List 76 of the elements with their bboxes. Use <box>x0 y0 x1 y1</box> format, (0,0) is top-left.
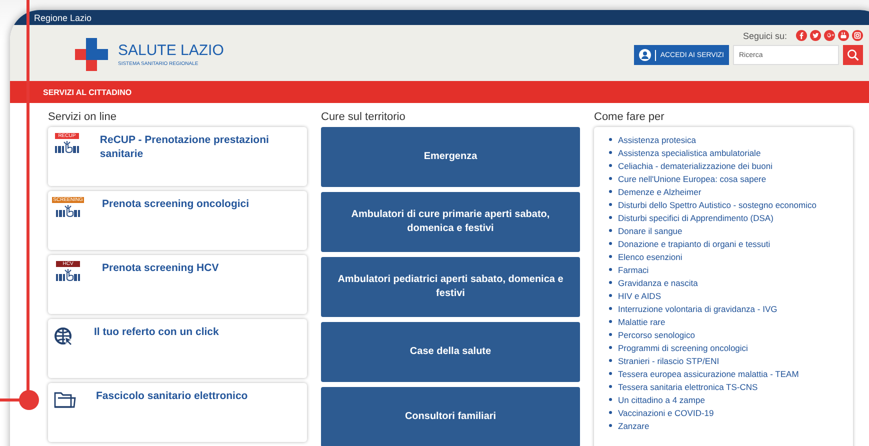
section-heading: Come fare per <box>594 111 666 123</box>
globe-cursor-icon <box>54 327 74 347</box>
bullet-icon <box>609 411 612 414</box>
bullet-icon <box>609 164 612 167</box>
guide-link[interactable]: Interruzione volontaria di gravidanza - IVG <box>618 304 778 314</box>
social-icon[interactable] <box>796 30 807 41</box>
guide-link[interactable]: Farmaci <box>618 264 649 274</box>
bullet-icon <box>609 320 612 323</box>
guide-link[interactable]: Cure nell'Unione Europea: cosa sapere <box>618 174 766 184</box>
folder-icon <box>54 391 76 409</box>
guide-link[interactable]: Disturbi dello Spettro Autistico - sostegno economico <box>618 200 816 210</box>
guide-link[interactable]: Vaccinazioni e COVID-19 <box>618 408 714 418</box>
service-link[interactable]: Fascicolo sanitario elettronico <box>96 389 248 403</box>
nav-link[interactable]: SERVIZI AL CITTADINO <box>43 88 132 96</box>
logo-title: SALUTE LAZIO <box>118 42 224 58</box>
bullet-icon <box>609 255 612 258</box>
care-button[interactable]: Ambulatori di cure primarie aperti sabato, domenica e festivi <box>321 192 580 252</box>
region-title: Regione Lazio <box>34 12 92 22</box>
bullet-icon <box>609 151 612 154</box>
guide-link[interactable]: Donare il sangue <box>618 226 682 236</box>
social-icon[interactable] <box>810 30 821 41</box>
section-heading: Cure sul territorio <box>321 111 406 123</box>
guide-link[interactable]: Assistenza protesica <box>618 134 696 144</box>
bullet-icon <box>609 372 612 375</box>
bullet-icon <box>609 359 612 362</box>
care-button[interactable]: Ambulatori pediatrici aperti sabato, domenica e festivi <box>321 257 580 317</box>
guide-link[interactable]: Celiachia - dematerializzazione dei buoni <box>618 160 773 170</box>
care-button[interactable]: Consultori familiari <box>321 387 580 446</box>
guide-link[interactable]: Un cittadino a 4 zampe <box>618 394 705 404</box>
care-button[interactable]: Emergenza <box>321 127 580 187</box>
guide-link[interactable]: Percorso senologico <box>618 330 696 340</box>
guide-link[interactable]: Gravidanza e nascita <box>618 278 698 288</box>
bullet-icon <box>609 229 612 232</box>
service-link[interactable]: Prenota screening HCV <box>102 261 219 275</box>
service-link[interactable]: Prenota screening oncologici <box>102 197 250 211</box>
bullet-icon <box>609 346 612 349</box>
service-card[interactable]: Il tuo referto con un click <box>48 319 307 378</box>
bullet-icon <box>609 333 612 336</box>
guide-link[interactable]: Programmi di screening oncologici <box>618 342 748 352</box>
guide-link[interactable]: Demenze e Alzheimer <box>618 186 702 196</box>
service-card[interactable]: Fascicolo sanitario elettronico <box>48 383 307 442</box>
search-icon <box>847 49 859 61</box>
bullet-icon <box>609 138 612 141</box>
service-link[interactable]: Il tuo referto con un click <box>94 325 219 339</box>
guide-link[interactable]: Disturbi specifici di Apprendimento (DSA) <box>618 212 774 222</box>
guide-link[interactable]: Malattie rare <box>618 316 666 326</box>
guide-link[interactable]: Assistenza specialistica ambulatoriale <box>618 148 761 158</box>
guide-link[interactable]: Donazione e trapianto di organi e tessuti <box>618 238 770 248</box>
care-button[interactable]: Case della salute <box>321 322 580 382</box>
bullet-icon <box>609 216 612 219</box>
guide-link[interactable]: Zanzare <box>618 420 650 430</box>
guide-link[interactable]: Tessera sanitaria elettronica TS-CNS <box>618 382 758 392</box>
bullet-icon <box>609 385 612 388</box>
cross-logo-icon <box>75 38 108 70</box>
bullet-icon <box>609 242 612 245</box>
bullet-icon <box>609 307 612 310</box>
social-icon[interactable] <box>838 30 849 41</box>
section-heading: Servizi on line <box>48 111 118 123</box>
bullet-icon <box>609 398 612 401</box>
guide-link[interactable]: Tessera europea assicurazione malattia - TEAM <box>618 368 799 378</box>
bullet-icon <box>609 177 612 180</box>
social-icon[interactable] <box>824 30 835 41</box>
bullet-icon <box>609 190 612 193</box>
guide-link[interactable]: HIV e AIDS <box>618 290 661 300</box>
user-icon <box>639 49 652 61</box>
social-icon[interactable] <box>852 30 863 41</box>
guide-link[interactable]: Elenco esenzioni <box>618 252 682 262</box>
service-link[interactable]: ReCUP - Prenotazione prestazioni sanitarie <box>100 133 299 161</box>
bullet-icon <box>609 203 612 206</box>
bullet-icon <box>609 281 612 284</box>
bullet-icon <box>609 268 612 271</box>
guide-link[interactable]: Stranieri - rilascio STP/ENI <box>618 356 720 366</box>
bullet-icon <box>609 424 612 427</box>
follow-label: Seguici su: <box>742 30 787 40</box>
bullet-icon <box>609 294 612 297</box>
search-button[interactable] <box>843 45 863 65</box>
